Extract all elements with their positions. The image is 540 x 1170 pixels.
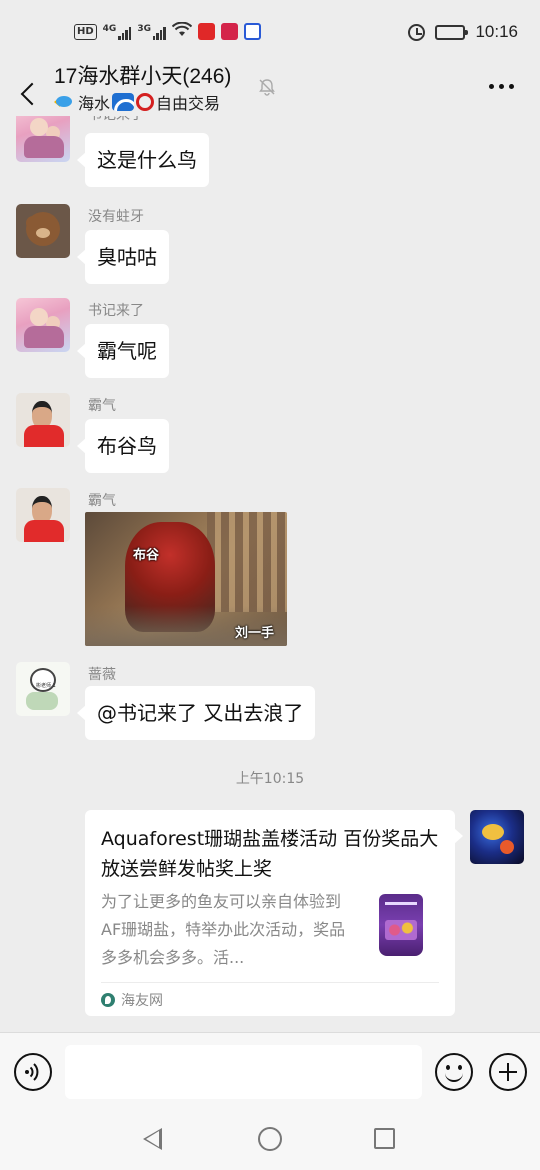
chat-title[interactable]: 17海水群小天(246) — [54, 60, 231, 90]
message-item: 书记来了 霸气呢 — [0, 298, 540, 378]
bell-off-icon — [258, 78, 276, 96]
more-dots-icon — [489, 84, 494, 89]
salt-bag-image — [369, 890, 431, 962]
status-time: 10:16 — [475, 22, 518, 41]
message-bubble[interactable]: 这是什么鸟 — [77, 133, 209, 187]
source-logo-icon — [101, 993, 115, 1007]
avatar[interactable] — [16, 393, 70, 447]
app-notification-icon — [243, 23, 261, 40]
battery-icon — [435, 24, 469, 40]
status-left-icons: HD 4G 3G — [74, 21, 261, 41]
my-avatar[interactable] — [470, 810, 524, 864]
link-card-description: 为了让更多的鱼友可以亲自体验到AF珊瑚盐，特举办此次活动，奖品多多机会多多。活.… — [101, 892, 346, 967]
link-card-source-name: 海友网 — [121, 993, 163, 1009]
input-bar — [0, 1032, 540, 1110]
avatar[interactable]: 彬老师 1 — [16, 662, 70, 716]
message-item: 霸气 布谷鸟 — [0, 393, 540, 473]
avatar[interactable] — [16, 116, 70, 162]
sender-name: 蔷薇 — [88, 667, 116, 683]
nav-recent-icon[interactable] — [374, 1128, 395, 1149]
more-options-button[interactable] — [489, 84, 514, 89]
alarm-icon — [408, 23, 426, 41]
sender-name: 霸气 — [88, 493, 116, 509]
link-card-title: Aquaforest珊瑚盐盖楼活动 百份奖品大放送尝鲜发帖奖上奖 — [101, 828, 439, 880]
wifi-icon — [171, 21, 193, 41]
app-notification-icon — [197, 23, 215, 40]
nav-home-icon[interactable] — [258, 1127, 282, 1151]
more-functions-button[interactable] — [489, 1053, 527, 1091]
sender-name: 霸气 — [88, 398, 116, 414]
system-nav-bar — [0, 1110, 540, 1170]
sender-name: 书记来了 — [88, 303, 144, 319]
sender-name: 书记来了 — [88, 116, 144, 124]
message-input[interactable] — [65, 1045, 422, 1099]
link-card-source: 海友网 — [101, 988, 163, 1012]
image-caption: 刘一手 — [235, 626, 275, 641]
subtitle-text-2: 自由交易 — [156, 94, 221, 113]
message-bubble[interactable]: 臭咕咕 — [77, 230, 169, 284]
avatar[interactable] — [16, 298, 70, 352]
app-notification-icon — [220, 23, 238, 40]
hd-icon: HD — [74, 23, 97, 40]
image-message[interactable]: 布谷 刘一手 — [85, 512, 287, 646]
chat-subtitle: 海水 自由交易 — [54, 90, 220, 114]
message-item: 霸气 布谷 刘一手 — [0, 488, 540, 646]
status-right-icons: 10:16 — [408, 22, 518, 42]
chat-header: 17海水群小天(246) 海水 自由交易 — [0, 56, 540, 116]
avatar[interactable] — [16, 488, 70, 542]
message-item: 彬老师 1 蔷薇 @书记来了 又出去浪了 — [0, 662, 540, 740]
signal-type-label: 3G — [137, 23, 151, 34]
sender-name: 没有蛀牙 — [88, 209, 144, 225]
nav-back-icon[interactable] — [143, 1128, 162, 1150]
message-bubble[interactable]: 霸气呢 — [77, 324, 169, 378]
tropical-fish-icon — [54, 94, 76, 110]
chevron-left-icon — [20, 82, 44, 106]
message-item: 书记来了 这是什么鸟 — [0, 116, 540, 187]
divider — [101, 982, 439, 983]
signal-type-label: 4G — [102, 23, 117, 34]
message-item: 没有蛀牙 臭咕咕 — [0, 204, 540, 284]
link-card[interactable]: Aquaforest珊瑚盐盖楼活动 百份奖品大放送尝鲜发帖奖上奖 为了让更多的鱼… — [85, 810, 463, 1016]
signal-icon: 3G — [137, 24, 166, 40]
status-bar: HD 4G 3G 10:16 — [0, 0, 540, 64]
back-button[interactable] — [6, 64, 50, 108]
subtitle-text-1: 海水 — [78, 94, 111, 113]
avatar[interactable] — [16, 204, 70, 258]
message-timestamp: 上午10:15 — [235, 771, 305, 787]
message-bubble[interactable]: @书记来了 又出去浪了 — [76, 686, 316, 740]
red-circle-icon — [136, 93, 155, 111]
message-bubble[interactable]: 布谷鸟 — [77, 419, 169, 473]
emoji-button[interactable] — [435, 1053, 473, 1091]
signal-icon: 4G — [103, 24, 132, 40]
chat-messages[interactable]: 书记来了 这是什么鸟 没有蛀牙 臭咕咕 书记来了 霸气呢 霸气 布谷鸟 霸气 布… — [0, 116, 540, 1032]
wave-icon — [112, 93, 135, 111]
voice-button[interactable] — [14, 1053, 52, 1091]
image-caption: 布谷 — [133, 548, 160, 563]
